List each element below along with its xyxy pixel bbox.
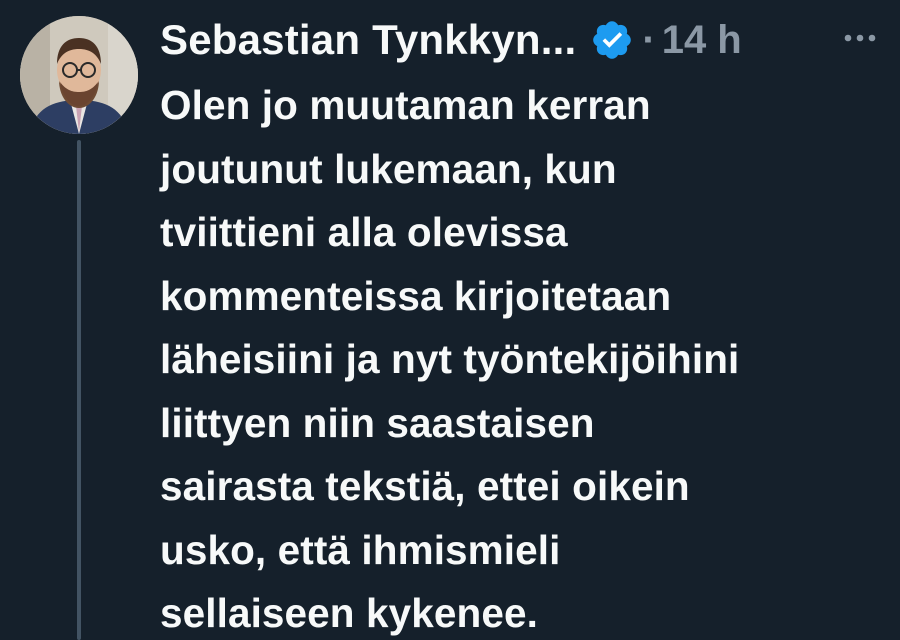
separator-dot: · <box>642 17 656 62</box>
tweet-text-line: joutunut lukemaan, kun <box>160 145 617 192</box>
more-options-button[interactable] <box>838 18 882 58</box>
tweet-text-line: Olen jo muutaman kerran <box>160 82 651 128</box>
tweet-text-line: läheisiini ja nyt työntekijöihini <box>160 336 740 382</box>
tweet-text-line: liittyen niin saastaisen <box>160 399 595 446</box>
more-horizontal-icon <box>844 34 876 42</box>
thread-connector-line <box>77 140 81 640</box>
tweet-text: Olen jo muutaman kerran joutunut lukemaa… <box>160 74 890 640</box>
tweet-text-line: sellaiseen kykenee. <box>160 590 538 636</box>
tweet-text-line: sairasta tekstiä, ettei oikein <box>160 463 690 509</box>
verified-badge-icon[interactable] <box>590 18 634 62</box>
author-name[interactable]: Sebastian Tynkkyn... <box>160 16 576 64</box>
tweet-text-line: kommenteissa kirjoitetaan <box>160 272 672 319</box>
tweet[interactable]: Sebastian Tynkkyn... · 14 h Olen jo muut… <box>0 0 900 640</box>
timestamp[interactable]: 14 h <box>662 18 742 63</box>
tweet-text-line: tviittieni alla olevissa <box>160 209 568 255</box>
profile-photo-icon <box>20 16 138 134</box>
avatar[interactable] <box>20 16 138 134</box>
tweet-text-line: usko, että ihmismieli <box>160 526 561 573</box>
tweet-header: Sebastian Tynkkyn... · 14 h <box>160 12 742 68</box>
